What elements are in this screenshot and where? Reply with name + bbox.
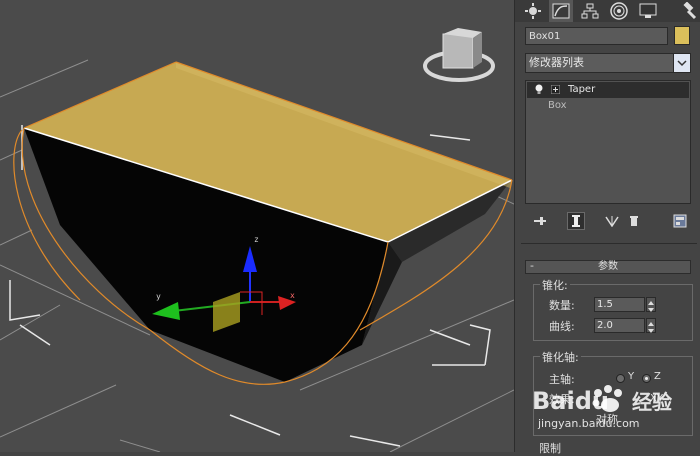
modifier-list-label: 修改器列表 bbox=[529, 56, 584, 69]
spinner-arrows-icon[interactable] bbox=[646, 318, 656, 333]
y-axis-label: y bbox=[156, 292, 161, 301]
motion-tab-icon[interactable] bbox=[607, 0, 631, 22]
create-tab-icon[interactable] bbox=[521, 0, 545, 22]
object-color-swatch[interactable] bbox=[674, 26, 690, 45]
viewport-scene bbox=[0, 28, 514, 452]
taper-group-title: 锥化: bbox=[540, 277, 570, 293]
rollout-title: 参数 bbox=[598, 261, 618, 272]
perspective-viewport[interactable]: z y x bbox=[0, 0, 514, 452]
command-panel-tabs bbox=[515, 0, 700, 22]
remove-modifier-icon[interactable] bbox=[625, 212, 643, 230]
utilities-hammer-icon[interactable] bbox=[675, 0, 700, 22]
pin-stack-icon[interactable] bbox=[531, 212, 549, 230]
amount-field[interactable]: 1.5 bbox=[594, 297, 645, 312]
hierarchy-tab-icon[interactable] bbox=[578, 0, 602, 22]
modify-tab-icon[interactable] bbox=[549, 0, 573, 22]
amount-spinner[interactable]: 1.5 bbox=[594, 297, 656, 312]
parameters-rollout-header[interactable]: - 参数 bbox=[525, 259, 691, 274]
lightbulb-icon[interactable] bbox=[534, 84, 544, 96]
taper-group: 锥化: 数量: 1.5 曲线: 2.0 bbox=[533, 277, 693, 341]
watermark-url: jingyan.baidu.com bbox=[537, 417, 640, 430]
viewcube-icon bbox=[423, 28, 495, 82]
z-axis-label: z bbox=[254, 235, 259, 244]
jingyan-brand-text: 经验 bbox=[632, 390, 672, 414]
stack-toolbar bbox=[525, 210, 691, 232]
stack-item-box[interactable]: Box bbox=[527, 98, 689, 114]
stack-item-taper[interactable]: Taper bbox=[527, 82, 689, 98]
object-name-field[interactable]: Box01 bbox=[525, 27, 668, 45]
curve-spinner[interactable]: 2.0 bbox=[594, 318, 656, 333]
panel-divider bbox=[521, 243, 697, 244]
x-axis-label: x bbox=[290, 291, 295, 300]
curve-field[interactable]: 2.0 bbox=[594, 318, 645, 333]
baidu-jingyan-watermark: Baidu 经验 jingyan.baidu.com bbox=[520, 365, 700, 452]
configure-modifier-sets-icon[interactable] bbox=[671, 212, 689, 230]
app-window: z y x Box01 修改器列表 Taper Box - 参数 锥化: 数量:… bbox=[0, 0, 700, 455]
show-end-result-icon[interactable] bbox=[567, 212, 585, 230]
taper-axis-group-title: 锥化轴: bbox=[540, 349, 581, 365]
modifier-list-dropdown[interactable]: 修改器列表 bbox=[525, 53, 691, 73]
stack-item-label: Box bbox=[548, 100, 567, 111]
chevron-down-icon[interactable] bbox=[673, 54, 690, 72]
modifier-stack: Taper Box bbox=[525, 80, 691, 204]
make-unique-icon[interactable] bbox=[603, 212, 621, 230]
stack-item-label: Taper bbox=[568, 84, 596, 95]
spinner-arrows-icon[interactable] bbox=[646, 297, 656, 312]
expand-plus-icon[interactable] bbox=[551, 85, 560, 94]
curve-label: 曲线: bbox=[549, 320, 575, 333]
amount-label: 数量: bbox=[549, 299, 575, 312]
display-tab-icon[interactable] bbox=[636, 0, 660, 22]
